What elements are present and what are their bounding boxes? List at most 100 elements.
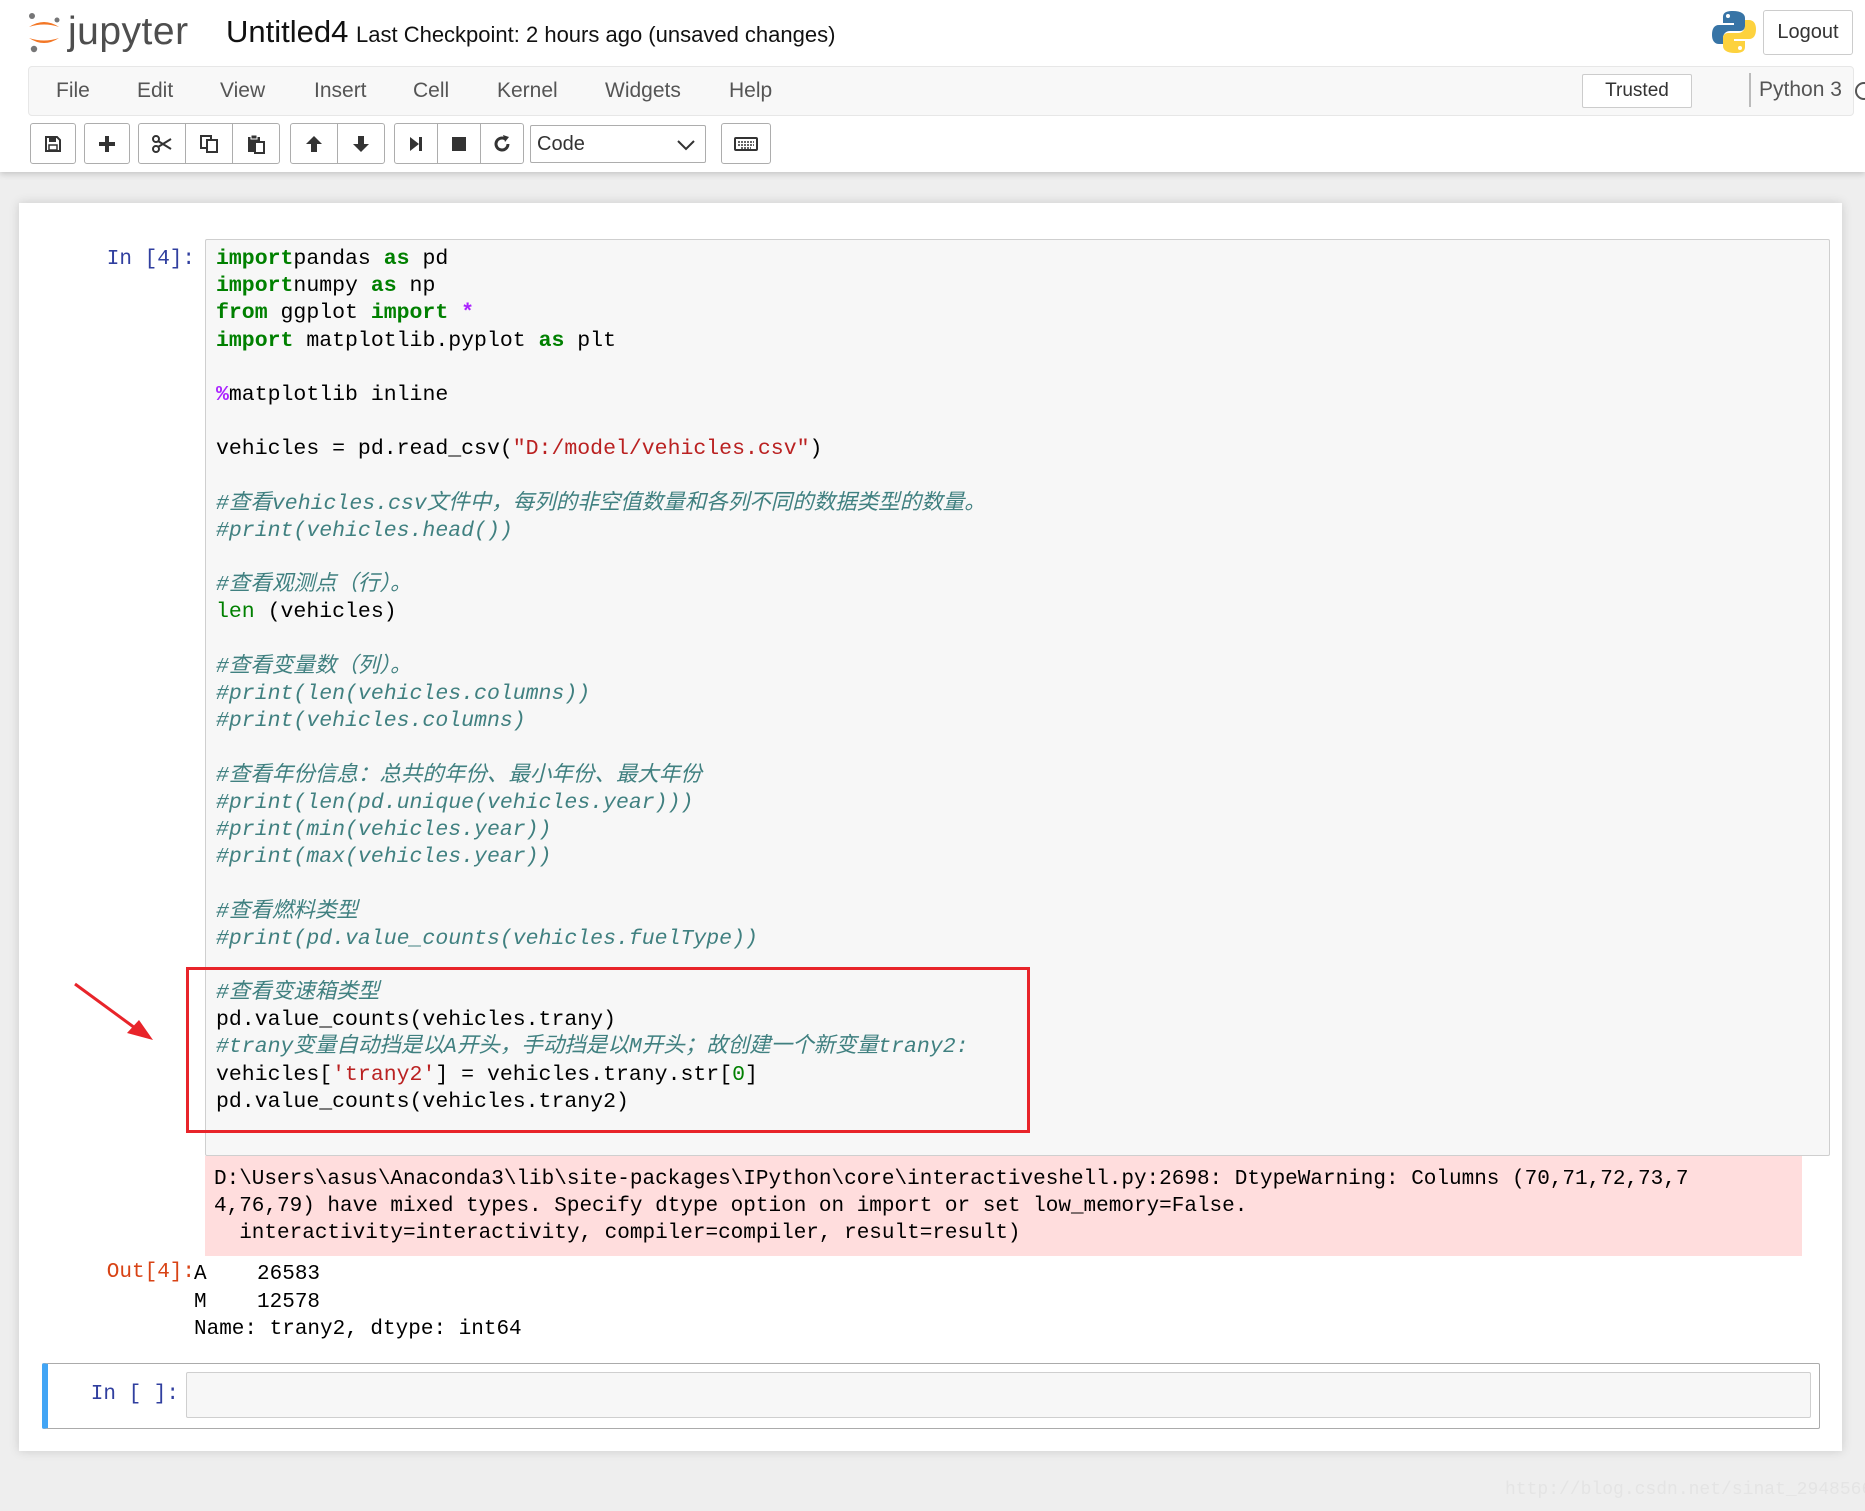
code-token: #查看年份信息：总共的年份、最小年份、最大年份 <box>216 763 702 788</box>
arrow-up-icon <box>306 135 322 152</box>
menu-cell[interactable]: Cell <box>413 79 449 103</box>
plus-icon <box>99 135 115 152</box>
code-token: #print(min(vehicles.year)) <box>216 817 552 842</box>
notebook-container: In [4]: importpandas as pd importnumpy as… <box>19 203 1842 1451</box>
chevron-down-icon <box>677 140 695 151</box>
selected-code-cell[interactable]: In [ ]: <box>42 1363 1820 1429</box>
python-logo-icon <box>1712 11 1756 53</box>
code-token: #查看vehicles.csv文件中，每列的非空值数量和各列不同的数据类型的数量… <box>216 491 986 516</box>
menubar: File Edit View Insert Cell Kernel Widget… <box>28 66 1865 116</box>
restart-kernel-button[interactable] <box>480 123 524 164</box>
logout-button[interactable]: Logout <box>1763 10 1853 55</box>
code-token: import <box>216 274 294 299</box>
code-token: pd <box>409 247 449 271</box>
code-line: #print(min(vehicles.year)) <box>216 817 986 844</box>
cut-button[interactable] <box>138 123 186 164</box>
jupyter-logo-icon <box>29 13 60 53</box>
menu-edit[interactable]: Edit <box>137 79 173 103</box>
code-line: #print(len(pd.unique(vehicles.year))) <box>216 790 986 817</box>
code-token: #print(max(vehicles.year)) <box>216 845 552 870</box>
menu-help[interactable]: Help <box>729 79 772 103</box>
annotation-arrow-icon <box>74 982 153 1040</box>
menu-insert[interactable]: Insert <box>314 79 367 103</box>
empty-code-cell-input[interactable] <box>186 1372 1811 1418</box>
stop-icon <box>452 136 466 151</box>
menu-widgets[interactable]: Widgets <box>605 79 681 103</box>
cell-type-value: Code <box>537 132 585 155</box>
cell-type-select[interactable]: Code <box>530 125 706 163</box>
kernel-idle-icon <box>1855 82 1865 100</box>
stderr-line: interactivity=interactivity, compiler=co… <box>214 1222 1021 1246</box>
code-line: #查看观测点（行）。 <box>216 572 986 599</box>
interrupt-kernel-button[interactable] <box>437 123 481 164</box>
notebook-header: jupyter Untitled4 Last Checkpoint: 2 hou… <box>0 0 1865 172</box>
kernel-separator <box>1749 73 1751 107</box>
code-token: np <box>396 274 436 299</box>
menu-view[interactable]: View <box>220 79 265 103</box>
code-line: importnumpy as np <box>216 273 986 300</box>
code-line: #查看年份信息：总共的年份、最小年份、最大年份 <box>216 763 986 790</box>
code-line: %matplotlib inline <box>216 382 986 409</box>
code-token: #print(vehicles.columns) <box>216 709 526 734</box>
copy-icon <box>200 134 218 153</box>
code-token: plt <box>564 328 616 353</box>
notebook-name[interactable]: Untitled4 <box>226 14 348 50</box>
keyboard-icon <box>734 136 758 151</box>
code-line: #print(len(vehicles.columns)) <box>216 681 986 708</box>
run-icon <box>410 136 422 151</box>
code-token: import <box>216 247 294 271</box>
code-token: #print(vehicles.head()) <box>216 518 513 543</box>
code-line: len (vehicles) <box>216 599 986 626</box>
checkpoint-status: Last Checkpoint: 2 hours ago (unsaved ch… <box>356 22 836 47</box>
menu-file[interactable]: File <box>56 79 90 103</box>
move-up-button[interactable] <box>290 123 338 164</box>
output-line: Name: trany2, dtype: int64 <box>194 1318 522 1341</box>
move-down-button[interactable] <box>337 123 385 164</box>
code-token: from <box>216 301 268 326</box>
menu-kernel[interactable]: Kernel <box>497 79 558 103</box>
code-token: "D:/model/vehicles.csv" <box>512 437 810 462</box>
code-token: as <box>538 328 565 353</box>
code-line: vehicles = pd.read_csv("D:/model/vehicle… <box>216 436 986 463</box>
code-token: % <box>216 382 229 407</box>
code-token: as <box>370 274 397 299</box>
run-cell-button[interactable] <box>394 123 438 164</box>
stderr-line: 4,76,79) have mixed types. Specify dtype… <box>214 1195 1248 1219</box>
input-prompt-empty: In [ ]: <box>90 1383 179 1406</box>
code-token: matplotlib.pyplot <box>293 328 539 353</box>
insert-cell-button[interactable] <box>84 123 130 164</box>
stderr-output: D:\Users\asus\Anaconda3\lib\site-package… <box>205 1156 1802 1256</box>
code-token: #print(pd.value_counts(vehicles.fuelType… <box>216 926 758 951</box>
code-token: #查看观测点（行）。 <box>216 573 412 598</box>
code-line: #print(vehicles.columns) <box>216 708 986 735</box>
code-line: #print(max(vehicles.year)) <box>216 844 986 871</box>
watermark: http://blog.csdn.net/sinat_29485667 <box>1505 1480 1865 1500</box>
save-button[interactable] <box>30 123 76 164</box>
code-line: #查看vehicles.csv文件中，每列的非空值数量和各列不同的数据类型的数量… <box>216 491 986 518</box>
paste-icon <box>248 134 265 154</box>
command-palette-button[interactable] <box>721 123 771 164</box>
code-token: (vehicles) <box>254 600 397 625</box>
save-icon <box>45 135 61 152</box>
output-line: M 12578 <box>194 1290 321 1314</box>
copy-button[interactable] <box>185 123 233 164</box>
input-prompt: In [4]: <box>106 248 195 271</box>
cell-output: A 26583 M 12578 Name: trany2, dtype: int64 <box>194 1261 522 1344</box>
code-line: #查看变量数（列）。 <box>216 654 986 681</box>
code-token: #查看变量数（列）。 <box>216 654 412 679</box>
code-token: #print(len(vehicles.columns)) <box>216 682 591 706</box>
jupyter-logo[interactable]: jupyter <box>26 8 189 56</box>
stderr-line: D:\Users\asus\Anaconda3\lib\site-package… <box>214 1168 1689 1191</box>
paste-button[interactable] <box>232 123 280 164</box>
arrow-down-icon <box>353 135 369 152</box>
code-token: pandas <box>293 247 384 271</box>
code-token: #查看燃料类型 <box>216 899 358 924</box>
output-line: A 26583 <box>194 1263 321 1286</box>
trusted-indicator[interactable]: Trusted <box>1582 74 1692 108</box>
